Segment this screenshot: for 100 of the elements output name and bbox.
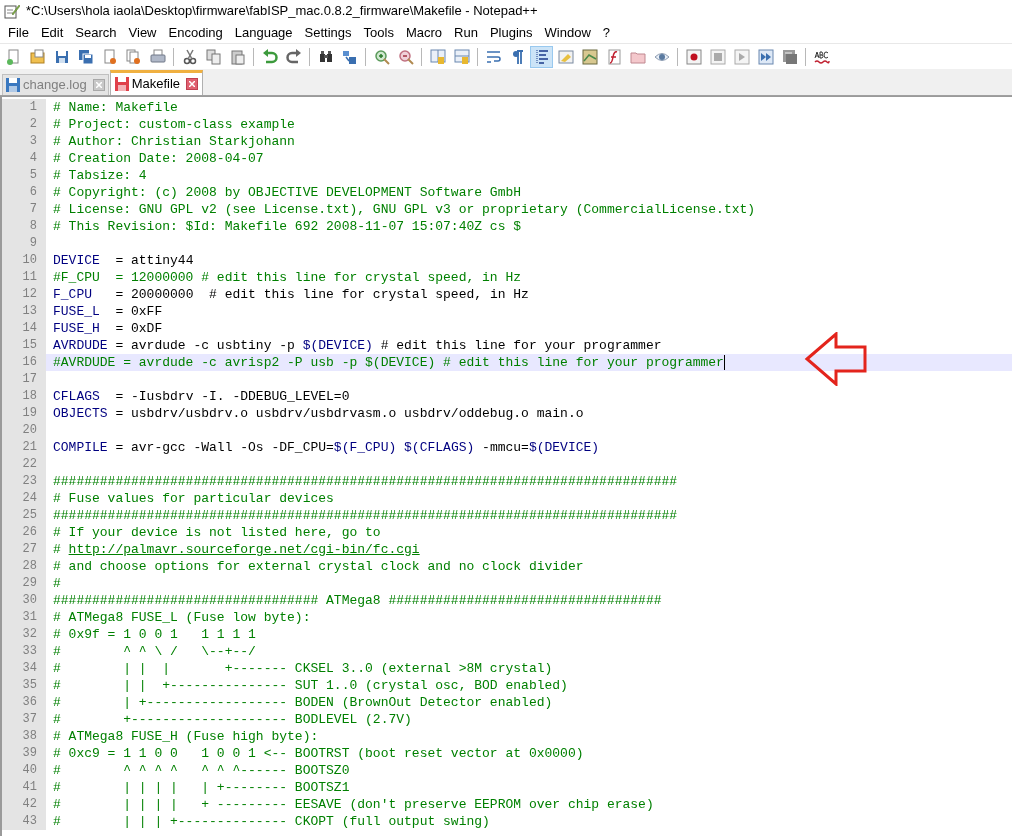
code-line: # and choose options for external crystal clock and no clock divider xyxy=(53,558,584,575)
line-number: 8 xyxy=(2,218,46,235)
fast-forward-icon[interactable] xyxy=(757,48,774,65)
replace-icon[interactable] xyxy=(341,48,358,65)
redo-icon[interactable] xyxy=(285,48,302,65)
code-line: ################################## ATMega8 ################################### xyxy=(53,592,662,609)
stop-icon[interactable] xyxy=(709,48,726,65)
line-number: 28 xyxy=(2,558,46,575)
map-icon[interactable] xyxy=(581,48,598,65)
line-number: 1 xyxy=(2,99,46,116)
code-line: # Tabsize: 4 xyxy=(53,167,147,184)
line-number: 17 xyxy=(2,371,46,388)
code-line: CFLAGS = -Iusbdrv -I. -DDEBUG_LEVEL=0 xyxy=(53,388,350,405)
menu-item[interactable]: Tools xyxy=(357,22,400,43)
code-line: # ATMega8 FUSE_H (Fuse high byte): xyxy=(53,728,319,745)
paste-icon[interactable] xyxy=(229,48,246,65)
line-number: 40 xyxy=(2,762,46,779)
code-line: # Name: Makefile xyxy=(53,99,178,116)
window-title: *C:\Users\hola iaola\Desktop\firmware\fabISP_mac.0.8.2_firmware\Makefile - Notepad++ xyxy=(26,2,538,21)
code-line: # 0xc9 = 1 1 0 0 1 0 0 1 <-- BOOTRST (boot reset vector at 0x0000) xyxy=(53,745,584,762)
play-icon[interactable] xyxy=(733,48,750,65)
printer-icon[interactable] xyxy=(149,48,166,65)
code-line: # This Revision: $Id: Makefile 692 2008-11-07 15:07:40Z cs $ xyxy=(53,218,522,235)
file-tab[interactable]: Makefile xyxy=(109,70,204,95)
line-number: 27 xyxy=(2,541,46,558)
save-icon[interactable] xyxy=(53,48,70,65)
synced-windows-icon[interactable] xyxy=(453,48,470,65)
code-line: # | | | | + --------- EESAVE (don't preserve EEPROM over chip erase) xyxy=(53,796,654,813)
editor-area[interactable] xyxy=(0,96,1012,836)
close-all-icon[interactable] xyxy=(125,48,142,65)
line-number: 39 xyxy=(2,745,46,762)
menu-item[interactable]: View xyxy=(122,22,163,43)
menu-item[interactable]: Run xyxy=(448,22,484,43)
line-number: 10 xyxy=(2,252,46,269)
code-line: #AVRDUDE = avrdude -c avrisp2 -P usb -p $(DEVICE) # edit this line for your programmer xyxy=(53,354,724,371)
line-number: 36 xyxy=(2,694,46,711)
line-number: 31 xyxy=(2,609,46,626)
line-number: 2 xyxy=(2,116,46,133)
indent-guide-icon xyxy=(533,48,550,65)
code-line: DEVICE = attiny44 xyxy=(53,252,194,269)
line-number: 23 xyxy=(2,473,46,490)
code-line: # +-------------------- BODLEVEL (2.7V) xyxy=(53,711,412,728)
line-number: 4 xyxy=(2,150,46,167)
line-number: 5 xyxy=(2,167,46,184)
menu-item[interactable]: Search xyxy=(69,22,123,43)
line-number: 25 xyxy=(2,507,46,524)
toolbar-toggle-button[interactable] xyxy=(530,45,553,68)
code-line: # Copyright: (c) 2008 by OBJECTIVE DEVELOPMENT Software GmbH xyxy=(53,184,522,201)
save-all-icon[interactable] xyxy=(77,48,94,65)
synced-windows-icon[interactable] xyxy=(429,48,446,65)
line-number: 21 xyxy=(2,439,46,456)
close-file-icon[interactable] xyxy=(101,48,118,65)
code-line: # | | +--------------- SUT 1..0 (crystal osc, BOD enabled) xyxy=(53,677,568,694)
menu-item[interactable]: Window xyxy=(538,22,597,43)
function-icon[interactable] xyxy=(605,48,622,65)
menu-item[interactable]: Macro xyxy=(399,22,449,43)
line-number: 12 xyxy=(2,286,46,303)
line-number: 11 xyxy=(2,269,46,286)
spellcheck-icon[interactable] xyxy=(813,48,830,65)
menu-item[interactable]: ? xyxy=(596,22,617,43)
line-number: 29 xyxy=(2,575,46,592)
undo-icon[interactable] xyxy=(261,48,278,65)
code-line: # ATMega8 FUSE_L (Fuse low byte): xyxy=(53,609,311,626)
notepad-icon xyxy=(4,3,20,19)
line-number: 7 xyxy=(2,201,46,218)
close-icon[interactable] xyxy=(92,79,105,91)
line-number: 30 xyxy=(2,592,46,609)
code-line: # | +------------------ BODEN (BrownOut Detector enabled) xyxy=(53,694,553,711)
copy-icon[interactable] xyxy=(205,48,222,65)
code-line: FUSE_H = 0xDF xyxy=(53,320,163,337)
scissors-icon[interactable] xyxy=(181,48,198,65)
line-number: 16 xyxy=(2,354,46,371)
menu-item[interactable]: Plugins xyxy=(483,22,539,43)
line-number: 9 xyxy=(2,235,46,252)
open-folder-icon[interactable] xyxy=(29,48,46,65)
word-wrap-icon[interactable] xyxy=(485,48,502,65)
line-number: 26 xyxy=(2,524,46,541)
line-number: 3 xyxy=(2,133,46,150)
line-number: 35 xyxy=(2,677,46,694)
line-number: 37 xyxy=(2,711,46,728)
macro-list-icon[interactable] xyxy=(781,48,798,65)
record-icon[interactable] xyxy=(685,48,702,65)
zoom-in-icon[interactable] xyxy=(373,48,390,65)
close-icon[interactable] xyxy=(186,78,199,90)
zoom-out-icon[interactable] xyxy=(397,48,414,65)
link[interactable]: http://palmavr.sourceforge.net/cgi-bin/fc.cgi xyxy=(68,542,420,557)
code-line: COMPILE = avr-gcc -Wall -Os -DF_CPU=$(F_CPU) $(CFLAGS) -mmcu=$(DEVICE) xyxy=(53,439,600,456)
menu-item[interactable]: Language xyxy=(228,22,299,43)
menu-item[interactable]: Settings xyxy=(298,22,358,43)
line-number: 24 xyxy=(2,490,46,507)
code-line: # xyxy=(53,575,61,592)
binoculars-icon[interactable] xyxy=(317,48,334,65)
menu-item[interactable]: Edit xyxy=(34,22,70,43)
menu-item[interactable]: File xyxy=(2,22,35,43)
new-file-icon[interactable] xyxy=(5,48,22,65)
line-number: 38 xyxy=(2,728,46,745)
line-number: 14 xyxy=(2,320,46,337)
menu-item[interactable]: Encoding xyxy=(162,22,229,43)
line-number: 18 xyxy=(2,388,46,405)
code-line: # If your device is not listed here, go to xyxy=(53,524,381,541)
